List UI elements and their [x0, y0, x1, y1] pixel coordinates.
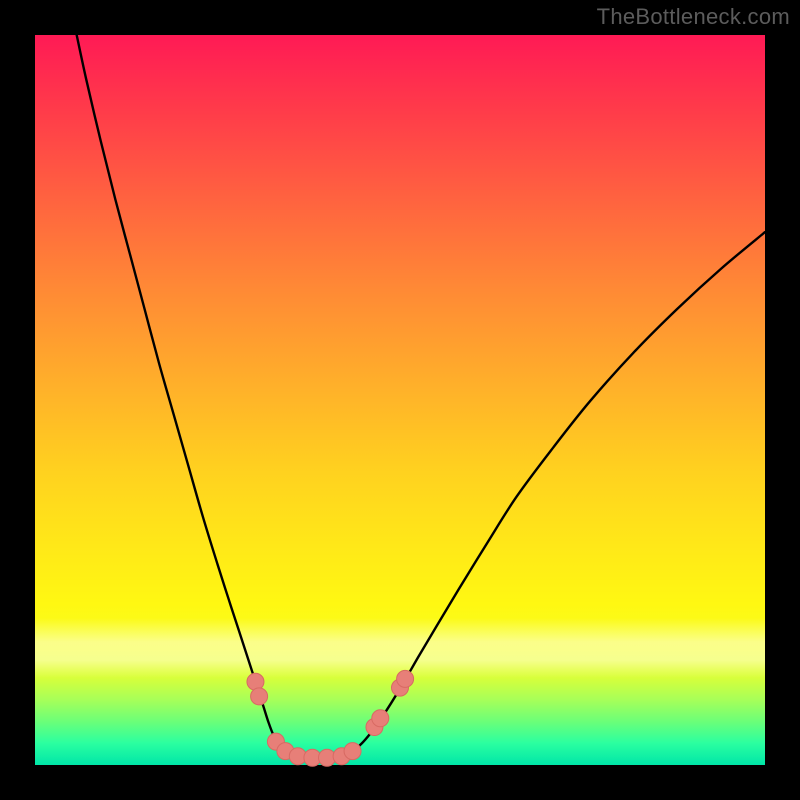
chart-frame: TheBottleneck.com — [0, 0, 800, 800]
curve-left-branch — [75, 28, 327, 758]
curve-right-branch — [327, 232, 765, 758]
watermark-text: TheBottleneck.com — [597, 4, 790, 30]
data-marker — [251, 688, 268, 705]
curve-layer — [35, 35, 765, 765]
data-marker — [344, 743, 361, 760]
data-marker — [372, 710, 389, 727]
data-marker — [397, 670, 414, 687]
